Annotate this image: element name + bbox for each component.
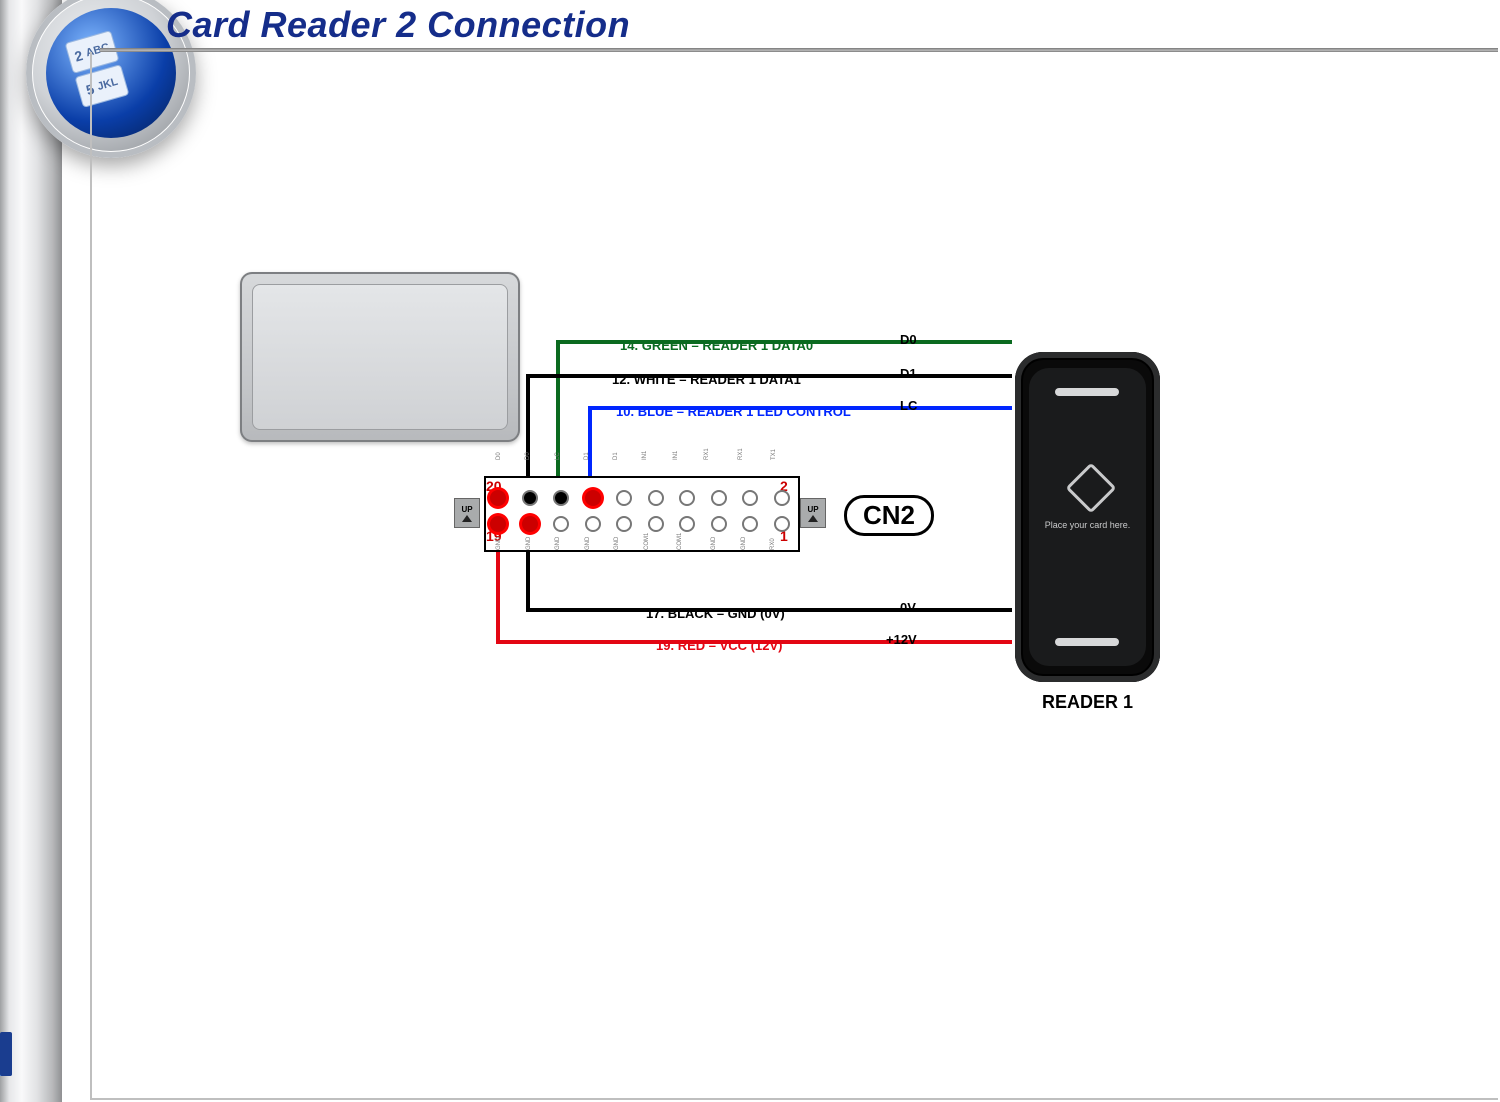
silk: LC (555, 452, 561, 460)
wire-color: WHITE (634, 372, 676, 387)
pin-row-top (490, 486, 790, 510)
pcb-area (362, 320, 494, 422)
arrow-up-icon (808, 515, 818, 522)
wire-pin: 14 (620, 338, 634, 353)
diagram-canvas: CN2 14. GREEN – READER 1 DATA0 D0 12. WH… (90, 52, 1498, 1100)
silk: D0 (496, 452, 502, 460)
pin-20 (490, 490, 506, 506)
wire-label-black: 17. BLACK – GND (0V) (646, 606, 785, 621)
pin-15 (553, 516, 569, 532)
controller-device-illustration: CN2 (240, 272, 520, 442)
pin-3 (742, 516, 758, 532)
wire-pin: 17 (646, 606, 660, 621)
signal-d0: D0 (900, 332, 917, 347)
up-text: UP (461, 505, 472, 514)
pin-11 (616, 516, 632, 532)
wire-desc: GND (0V) (728, 606, 785, 621)
pin-4 (742, 490, 758, 506)
silk: GND (526, 537, 532, 550)
silk: GND (614, 537, 620, 550)
wire-pin: 12 (612, 372, 626, 387)
silk: TX1 (771, 449, 777, 460)
wire-color: GREEN (642, 338, 688, 353)
pin-16 (553, 490, 569, 506)
pin-7 (679, 516, 695, 532)
signal-0v: 0V (900, 600, 916, 615)
silk: RX1 (738, 448, 744, 460)
pin-13 (585, 516, 601, 532)
wire-color: BLUE (638, 404, 673, 419)
pin-2 (774, 490, 790, 506)
silk: D0 (525, 452, 531, 460)
silks-top: D0 D0 LC D1 D1 IN1 IN1 RX1 RX1 TX1 (496, 460, 782, 466)
silk: RX1 (704, 448, 710, 460)
left-metal-strip (0, 0, 62, 1102)
reader-hint: Place your card here. (1015, 520, 1160, 530)
pin-8 (679, 490, 695, 506)
silk: GND (496, 537, 502, 550)
pin-17 (522, 516, 538, 532)
wire-pin: 10 (616, 404, 630, 419)
page: 2 ABC 5 JKL Card Reader 2 Connection CN2… (0, 0, 1500, 1102)
wire-desc: READER 1 LED CONTROL (688, 404, 851, 419)
silk: IN1 (642, 451, 648, 460)
pin-19 (490, 516, 506, 532)
wire-color: RED (678, 638, 705, 653)
silk: GND (555, 537, 561, 550)
brand-mark-icon (0, 1014, 20, 1082)
key-num: 2 (73, 47, 85, 65)
pin-9 (648, 516, 664, 532)
pin-18 (522, 490, 538, 506)
cn2-highlight-box (378, 388, 484, 422)
wire-label-red: 19. RED – VCC (12V) (656, 638, 782, 653)
silks-bot: GND GND GND GND GND COM1 COM1 GND GND RX… (496, 550, 782, 556)
cn2-silk-label: CN2 (398, 390, 420, 400)
card-icon (1066, 463, 1117, 514)
silk: RX0 (770, 538, 776, 550)
pin-12 (616, 490, 632, 506)
silk: D1 (584, 452, 590, 460)
signal-12v: +12V (886, 632, 917, 647)
pin-row-bot (490, 512, 790, 536)
silk: GND (711, 537, 717, 550)
arrow-up-icon (462, 515, 472, 522)
silk: GND (741, 537, 747, 550)
reader-label: READER 1 (1015, 692, 1160, 713)
page-title: Card Reader 2 Connection (166, 4, 630, 46)
wire-pin: 19 (656, 638, 670, 653)
silk: D1 (613, 452, 619, 460)
up-text: UP (807, 505, 818, 514)
signal-d1: D1 (900, 366, 917, 381)
wire-desc: READER 1 DATA0 (702, 338, 813, 353)
silk: IN1 (673, 451, 679, 460)
pin-14 (585, 490, 601, 506)
wire-desc: READER 1 DATA1 (690, 372, 801, 387)
wire-label-blue: 10. BLUE – READER 1 LED CONTROL (616, 404, 851, 419)
reader-led-bar (1055, 388, 1119, 396)
connector-caption: CN2 (844, 495, 934, 536)
pin-10 (648, 490, 664, 506)
wire-label-green: 14. GREEN – READER 1 DATA0 (620, 338, 813, 353)
reader-device: Place your card here. (1015, 352, 1160, 682)
up-tab-left: UP (454, 498, 480, 528)
silk: GND (585, 537, 591, 550)
signal-lc: LC (900, 398, 917, 413)
pin-6 (711, 490, 727, 506)
connector-cn2: UP UP 20 19 2 1 D0 D0 LC D1 D1 IN1 IN1 R… (450, 452, 830, 572)
reader-led-bar (1055, 638, 1119, 646)
wire-desc: VCC (12V) (720, 638, 783, 653)
wire-color: BLACK (668, 606, 714, 621)
pin-5 (711, 516, 727, 532)
pin-1 (774, 516, 790, 532)
wire-label-white: 12. WHITE – READER 1 DATA1 (612, 372, 801, 387)
up-tab-right: UP (800, 498, 826, 528)
